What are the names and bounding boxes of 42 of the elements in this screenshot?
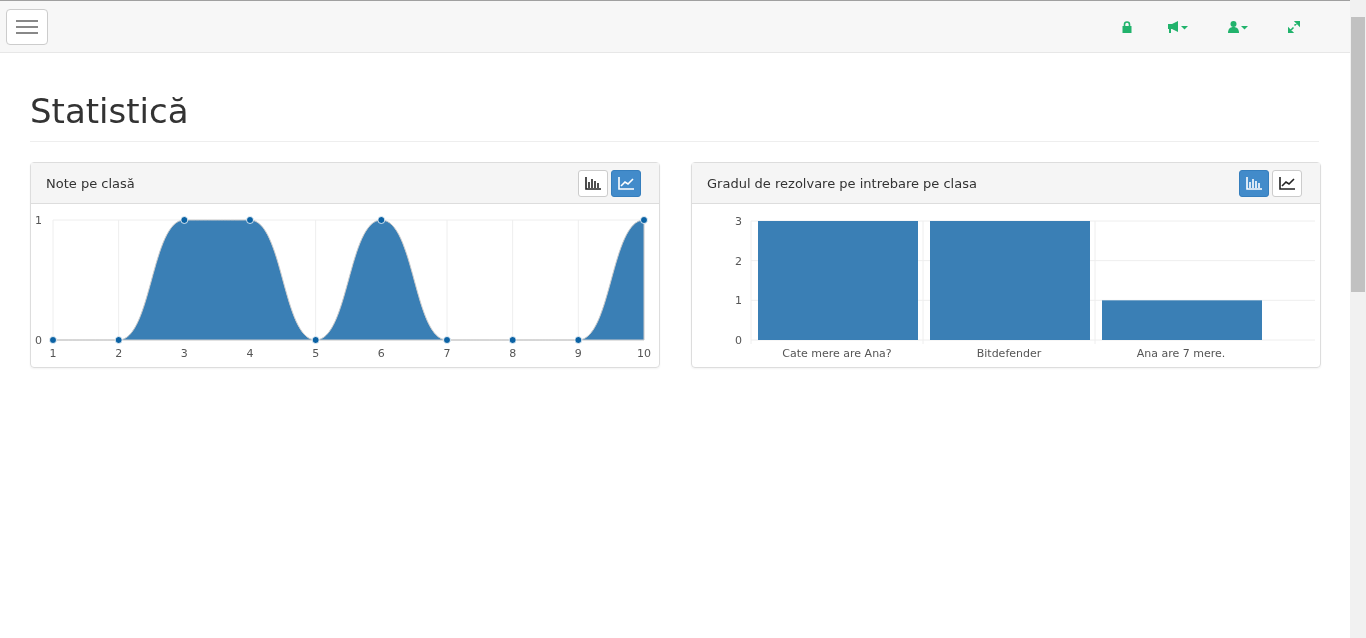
x-tick-label: 2 bbox=[115, 347, 123, 360]
line-chart-icon bbox=[618, 176, 634, 190]
x-tick-label: 9 bbox=[574, 347, 582, 360]
page-title: Statistică bbox=[30, 91, 1319, 142]
chart-type-button[interactable] bbox=[1239, 169, 1269, 197]
y-tick-label: 0 bbox=[35, 334, 42, 347]
x-tick-label: 8 bbox=[509, 347, 517, 360]
y-tick-label: 0 bbox=[735, 334, 742, 347]
x-tick-label: 6 bbox=[377, 347, 385, 360]
bar-chart-icon bbox=[1246, 176, 1262, 190]
scrollbar[interactable] bbox=[1350, 0, 1366, 638]
data-point bbox=[640, 216, 648, 224]
data-point bbox=[114, 336, 123, 344]
x-tick-label: 7 bbox=[443, 347, 451, 360]
data-point bbox=[574, 336, 583, 344]
chart-type-button[interactable] bbox=[1272, 169, 1302, 197]
data-point bbox=[180, 216, 189, 224]
x-tick-label: 10 bbox=[637, 347, 651, 360]
bar-chart-icon bbox=[585, 176, 601, 190]
y-tick-label: 2 bbox=[735, 254, 742, 268]
x-tick-label: Ana are 7 mere. bbox=[1136, 347, 1226, 360]
x-tick-label: 1 bbox=[49, 347, 57, 360]
chart-type-button[interactable] bbox=[611, 169, 641, 197]
y-tick-label: 3 bbox=[735, 215, 742, 228]
data-point bbox=[443, 336, 451, 344]
panel-title: Gradul de rezolvare pe intrebare pe clasa bbox=[707, 175, 977, 191]
data-point bbox=[246, 216, 254, 224]
data-point bbox=[377, 216, 386, 224]
x-tick-label: Bitdefender bbox=[976, 347, 1042, 360]
data-point bbox=[311, 336, 320, 344]
menu-button[interactable] bbox=[6, 8, 48, 45]
data-point bbox=[508, 336, 517, 344]
x-tick-label: 5 bbox=[312, 347, 320, 360]
y-tick-label: 1 bbox=[35, 214, 42, 227]
data-point bbox=[49, 336, 57, 344]
y-tick-label: 1 bbox=[735, 294, 742, 308]
panel-title: Note pe clasă bbox=[46, 175, 135, 191]
x-tick-label: 3 bbox=[180, 347, 188, 360]
line-chart-icon bbox=[1279, 176, 1295, 190]
chart-type-button[interactable] bbox=[578, 169, 608, 197]
x-tick-label: Cate mere are Ana? bbox=[782, 347, 892, 360]
x-tick-label: 4 bbox=[246, 347, 254, 360]
